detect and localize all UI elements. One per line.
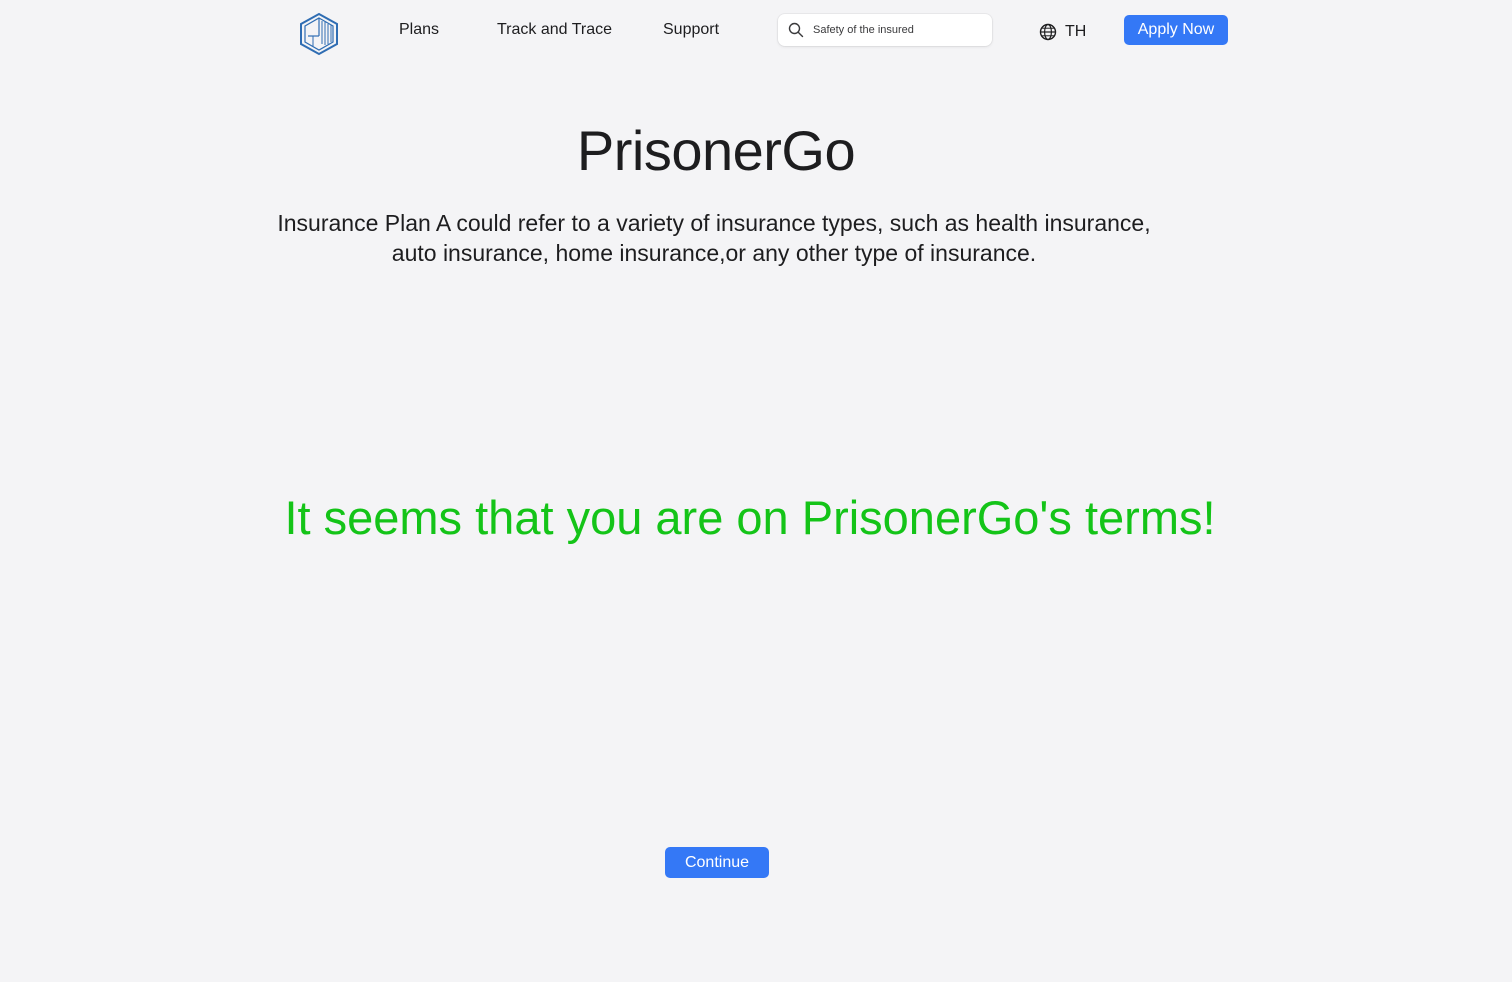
page: Plans Track and Trace Support TH Apply N… xyxy=(0,0,1512,982)
page-title: PrisonerGo xyxy=(576,119,856,182)
search-icon xyxy=(788,22,804,38)
search-box[interactable] xyxy=(778,14,992,46)
hexagon-shield-logo-icon xyxy=(300,12,338,56)
nav-link-plans[interactable]: Plans xyxy=(399,21,439,39)
brand-logo[interactable] xyxy=(298,12,340,56)
top-navbar: Plans Track and Trace Support TH Apply N… xyxy=(0,0,1512,62)
nav-link-track-and-trace[interactable]: Track and Trace xyxy=(497,21,612,39)
terms-notice: It seems that you are on PrisonerGo's te… xyxy=(284,491,1216,544)
language-label: TH xyxy=(1065,23,1087,40)
language-selector[interactable]: TH xyxy=(1039,22,1086,42)
continue-button[interactable]: Continue xyxy=(665,847,769,878)
page-description: Insurance Plan A could refer to a variet… xyxy=(277,210,1151,266)
apply-now-button[interactable]: Apply Now xyxy=(1124,15,1228,45)
nav-link-support[interactable]: Support xyxy=(663,21,719,39)
globe-icon xyxy=(1039,23,1057,41)
search-input[interactable] xyxy=(813,20,983,40)
